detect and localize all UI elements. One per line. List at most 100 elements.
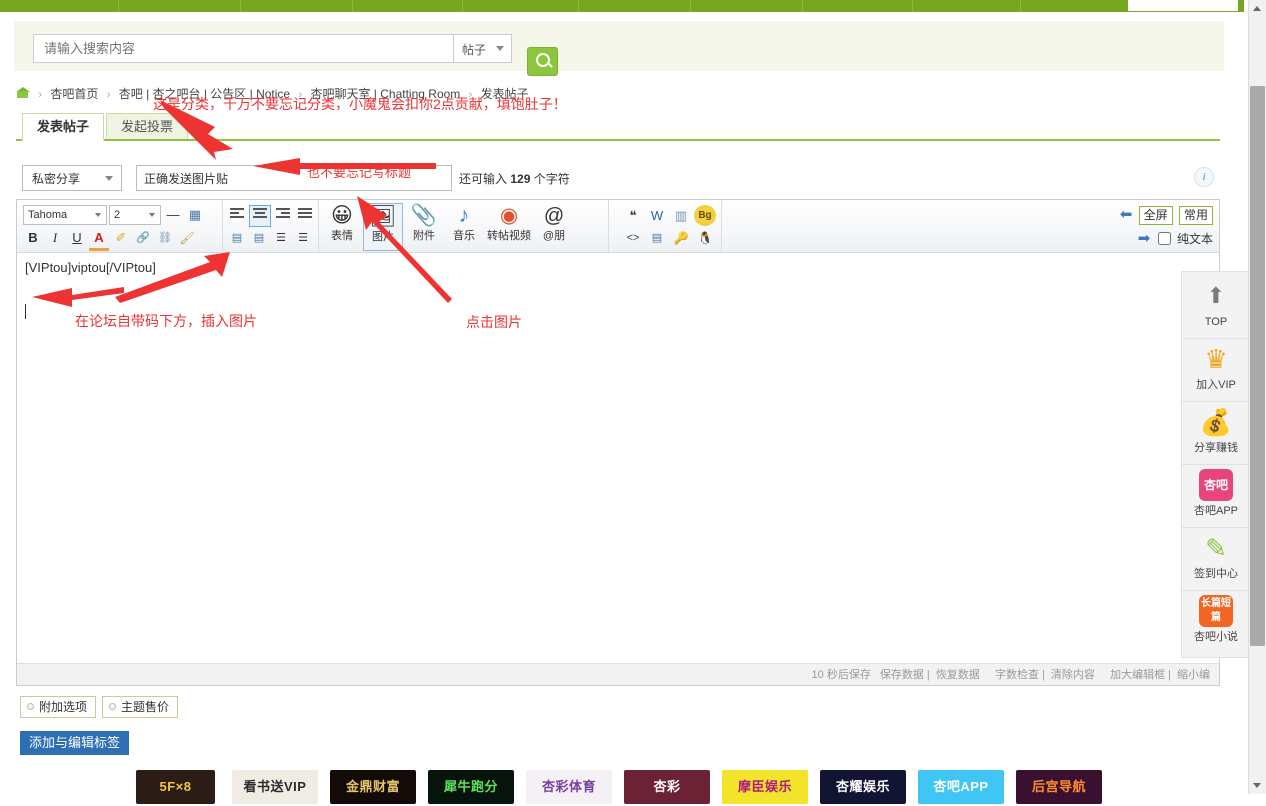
post-category-select[interactable]: 私密分享 xyxy=(22,165,122,191)
extra-options-button[interactable]: 附加选项 xyxy=(20,696,97,718)
indent-icon[interactable]: ▤ xyxy=(249,228,269,248)
mention-friend-button[interactable]: @ @朋 xyxy=(535,203,573,249)
quote-icon[interactable]: ❝ xyxy=(622,205,644,226)
remove-link-icon[interactable]: ⛓ xyxy=(155,228,175,248)
sidebar-item-join-vip[interactable]: ♛ 加入VIP xyxy=(1182,338,1250,401)
background-color-icon[interactable]: Bg xyxy=(694,205,716,226)
scroll-up-button[interactable] xyxy=(1249,0,1266,17)
shrink-editor-link[interactable]: 缩小编 xyxy=(1174,669,1213,681)
align-justify-icon[interactable] xyxy=(295,205,315,225)
sidebar-item-novel[interactable]: 长篇短篇 杏吧小说 xyxy=(1182,590,1250,653)
breadcrumb-item-0[interactable]: 杏吧首页 xyxy=(50,87,98,101)
table-icon[interactable]: ▦ xyxy=(185,205,205,225)
scroll-down-button[interactable] xyxy=(1249,777,1266,794)
ad-hougong[interactable]: 后宫导航 xyxy=(1016,770,1102,804)
sidebar-item-checkin[interactable]: ✎ 签到中心 xyxy=(1182,527,1250,590)
scrollbar-thumb[interactable] xyxy=(1250,86,1265,646)
ad-xingcai[interactable]: 杏彩 xyxy=(624,770,710,804)
emoji-icon: 😀 xyxy=(331,204,353,227)
sidebar-item-share-earn[interactable]: 💰 分享赚钱 xyxy=(1182,401,1250,464)
insert-link-icon[interactable]: 🔗 xyxy=(133,228,153,248)
restore-data-link[interactable]: 恢复数据 xyxy=(933,669,983,681)
save-data-link[interactable]: 保存数据 xyxy=(877,669,927,681)
paste-word-icon[interactable]: W xyxy=(646,205,668,226)
ad-5f8[interactable]: 5F×8 xyxy=(136,770,215,804)
search-box[interactable] xyxy=(33,34,454,63)
sidebar-item-app[interactable]: 杏吧 杏吧APP xyxy=(1182,464,1250,527)
attachment-button[interactable]: 📎 附件 xyxy=(405,203,443,249)
bullet-icon xyxy=(109,703,117,710)
common-button[interactable]: 常用 xyxy=(1178,206,1213,225)
qq-icon[interactable]: 🐧 xyxy=(694,228,716,249)
enlarge-editor-link[interactable]: 加大编辑框 xyxy=(1107,669,1168,681)
ad-jinding[interactable]: 金鼎财富 xyxy=(330,770,416,804)
highlight-icon[interactable]: ✐ xyxy=(111,228,131,248)
ad-xingcai-sports[interactable]: 杏彩体育 xyxy=(526,770,612,804)
tab-underline xyxy=(16,139,1220,141)
info-icon[interactable]: i xyxy=(1194,167,1214,187)
bold-icon[interactable]: B xyxy=(23,228,43,248)
outdent-icon[interactable]: ▤ xyxy=(227,228,247,248)
paperclip-icon: 📎 xyxy=(410,204,438,227)
search-type-select[interactable]: 帖子 xyxy=(454,34,512,63)
breadcrumb-separator: › xyxy=(106,89,111,101)
search-icon xyxy=(536,53,550,67)
source-code-icon[interactable]: <> xyxy=(622,228,644,249)
paragraph-icon[interactable]: ▤ xyxy=(646,228,668,249)
sidebar-item-top[interactable]: ⬆ TOP xyxy=(1182,276,1250,338)
tab-create-poll[interactable]: 发起投票 xyxy=(106,113,189,141)
emoji-button[interactable]: 😀 表情 xyxy=(323,203,361,249)
ad-xingyao[interactable]: 杏耀娱乐 xyxy=(820,770,906,804)
word-count-link[interactable]: 字数检查 xyxy=(992,669,1042,681)
font-family-select[interactable]: Tahoma xyxy=(23,205,107,225)
align-left-icon[interactable] xyxy=(227,205,247,225)
home-icon[interactable] xyxy=(16,87,30,99)
nav-right-panel xyxy=(1128,0,1238,11)
image-button[interactable]: 🖼 图片 xyxy=(363,203,403,251)
ad-read-vip[interactable]: 看书送VIP xyxy=(232,770,318,804)
text-color-icon[interactable]: A xyxy=(89,228,109,251)
post-editor: Tahoma 2 — ▦ B I U A ✐ 🔗 ⛓ 🖌 ▤ ▤ ☰ ☰ 😀 表… xyxy=(16,199,1220,686)
tab-create-post[interactable]: 发表帖子 xyxy=(22,113,105,141)
fullscreen-button[interactable]: 全屏 xyxy=(1138,206,1173,225)
search-button[interactable] xyxy=(527,47,558,76)
toolbar-group-media: 😀 表情 🖼 图片 📎 附件 ♪ 音乐 ◉ 转帖视频 @ @朋 xyxy=(318,200,609,290)
ad-xiniu[interactable]: 犀牛跑分 xyxy=(428,770,514,804)
unordered-list-icon[interactable]: ☰ xyxy=(293,228,313,248)
table-grid-icon[interactable]: ▥ xyxy=(670,205,692,226)
money-bag-icon: 💰 xyxy=(1199,407,1233,437)
vertical-scrollbar[interactable] xyxy=(1248,0,1266,794)
sidebar-label-share-earn: 分享赚钱 xyxy=(1194,442,1238,454)
password-icon[interactable]: 🔑 xyxy=(670,228,692,249)
topic-price-button[interactable]: 主题售价 xyxy=(102,696,179,718)
ordered-list-icon[interactable]: ☰ xyxy=(271,228,291,248)
horizontal-rule-icon[interactable]: — xyxy=(163,205,183,225)
remaining-suffix: 个字符 xyxy=(533,172,570,186)
align-center-icon[interactable] xyxy=(249,205,271,227)
clear-format-icon[interactable]: 🖌 xyxy=(177,228,197,248)
attachment-label: 附件 xyxy=(413,230,435,242)
chevron-down-icon xyxy=(1253,783,1261,788)
redo-icon[interactable]: ➡ xyxy=(1138,229,1151,247)
ad-xingba-app[interactable]: 杏吧APP xyxy=(918,770,1004,804)
repost-video-button[interactable]: ◉ 转帖视频 xyxy=(485,203,533,249)
nav-divider xyxy=(912,0,913,12)
italic-icon[interactable]: I xyxy=(45,228,65,248)
nav-divider xyxy=(462,0,463,12)
undo-icon[interactable]: ⬅ xyxy=(1120,205,1133,223)
plaintext-label: 纯文本 xyxy=(1176,232,1213,246)
indent-row: ▤ ▤ ☰ ☰ xyxy=(227,228,315,248)
search-input[interactable] xyxy=(34,35,453,62)
post-options-row: 附加选项 主题售价 xyxy=(20,696,184,718)
add-edit-tags-button[interactable]: 添加与编辑标签 xyxy=(20,731,130,755)
ad-mochen[interactable]: 摩臣娱乐 xyxy=(722,770,808,804)
autosave-status: 10 秒后保存 xyxy=(811,669,871,681)
plaintext-checkbox[interactable] xyxy=(1157,232,1171,245)
underline-icon[interactable]: U xyxy=(67,228,87,248)
clear-content-link[interactable]: 清除内容 xyxy=(1048,669,1098,681)
toolbar-row-1: — ▦ xyxy=(163,205,207,225)
toolbar-group-font: Tahoma 2 — ▦ B I U A ✐ 🔗 ⛓ 🖌 xyxy=(17,200,223,252)
font-size-select[interactable]: 2 xyxy=(109,205,161,225)
align-right-icon[interactable] xyxy=(273,205,293,225)
music-button[interactable]: ♪ 音乐 xyxy=(445,203,483,249)
